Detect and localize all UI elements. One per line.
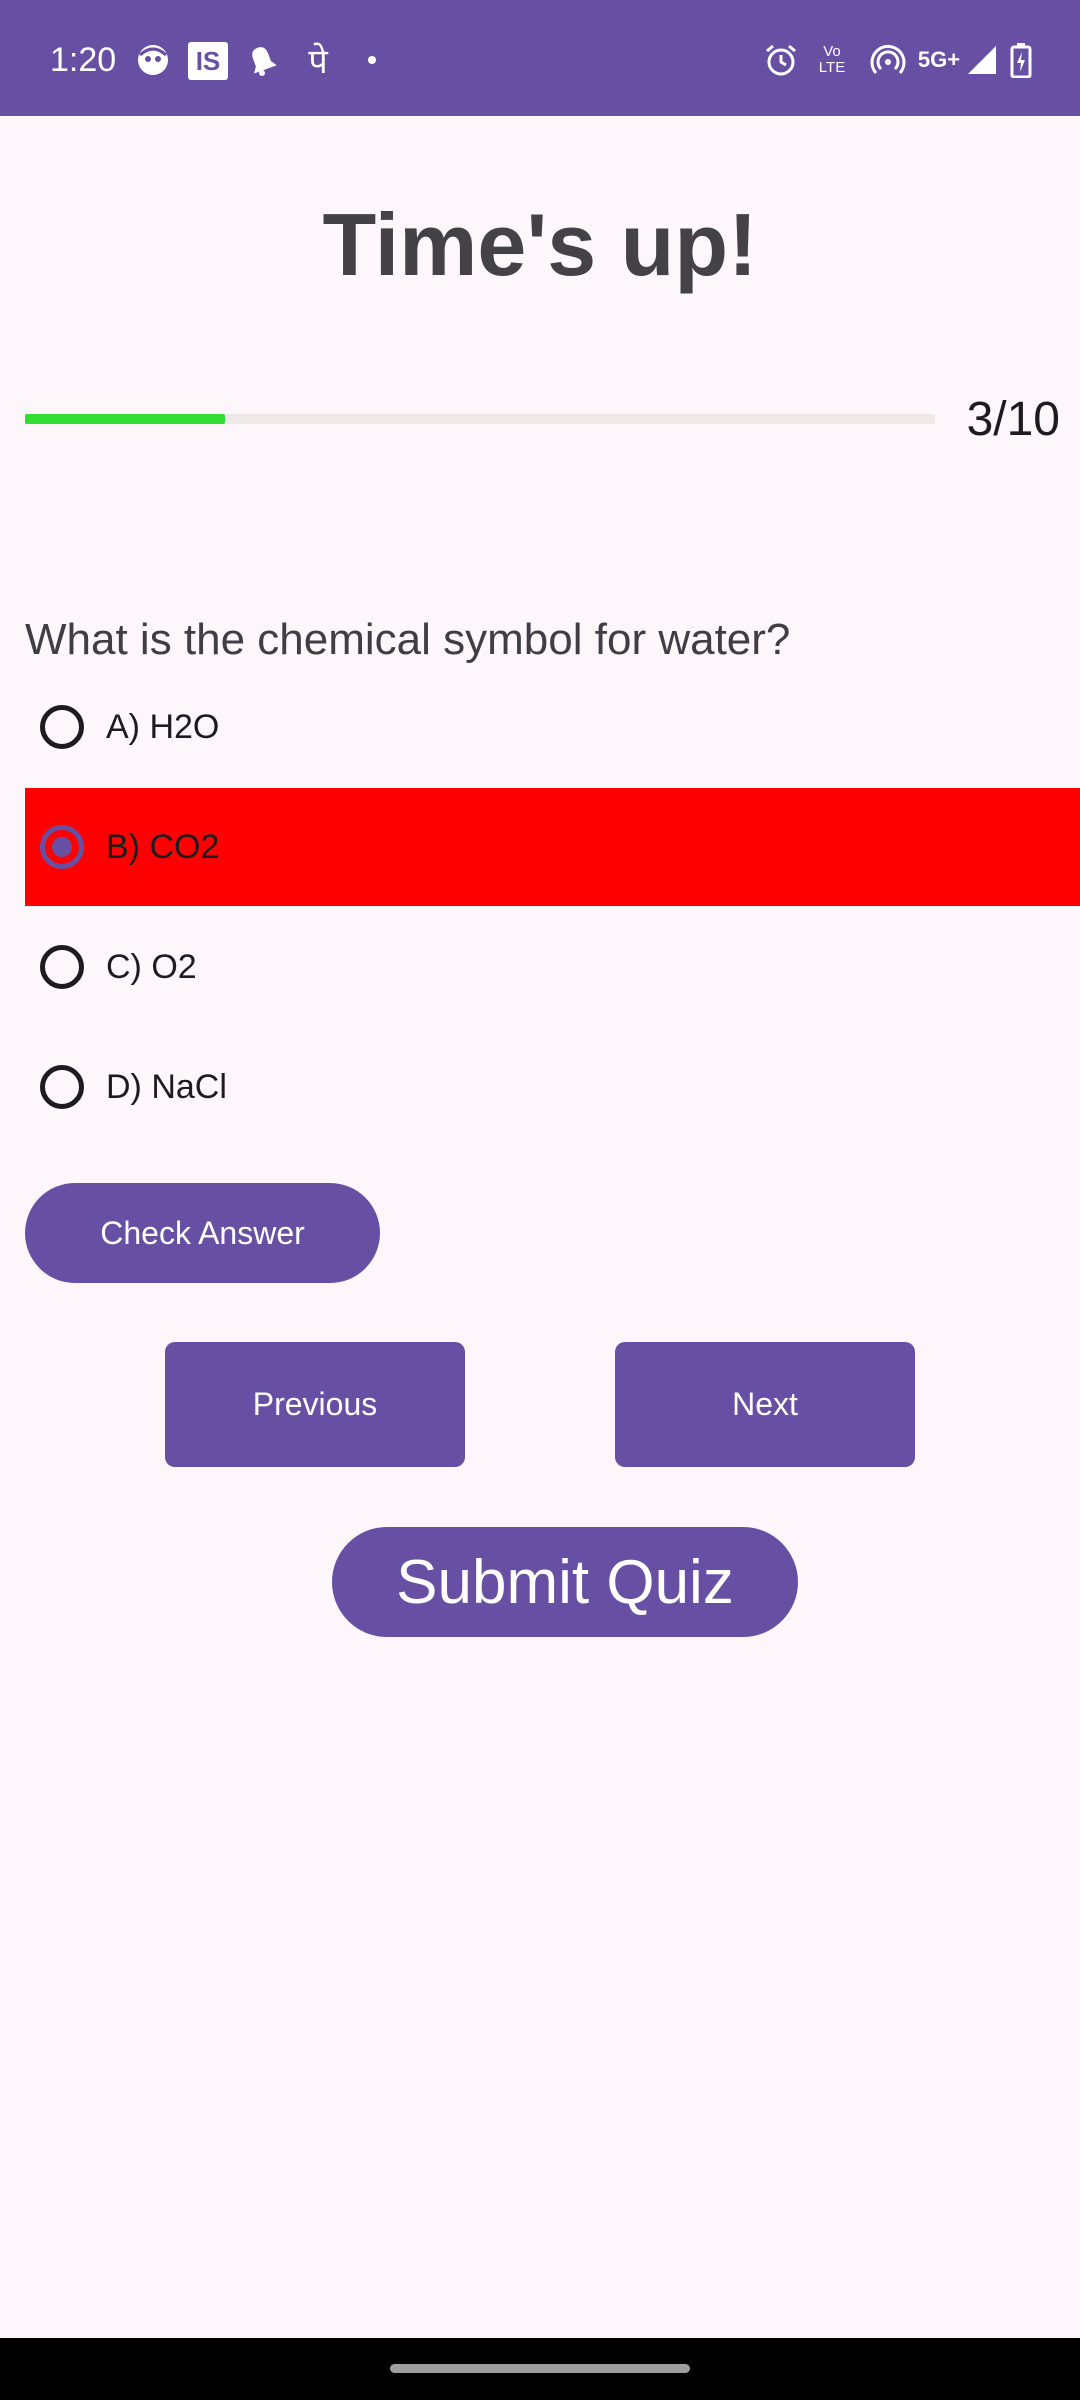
signal-icon bbox=[964, 40, 1000, 80]
status-bar: 1:20 IS पे Vo LTE 5G+ bbox=[0, 0, 1080, 116]
check-answer-button[interactable]: Check Answer bbox=[25, 1183, 380, 1283]
is-icon: IS bbox=[188, 42, 228, 80]
face-icon bbox=[134, 40, 172, 80]
radio-button-d[interactable] bbox=[40, 1065, 84, 1109]
option-label: D) NaCl bbox=[106, 1067, 227, 1106]
volte-icon: Vo LTE bbox=[812, 40, 852, 80]
option-b[interactable]: B) CO2 bbox=[25, 788, 1080, 906]
volte-top-label: Vo bbox=[823, 43, 841, 60]
progress-counter: 3/10 bbox=[966, 393, 1060, 446]
submit-quiz-button[interactable]: Submit Quiz bbox=[332, 1527, 798, 1637]
progress-bar bbox=[25, 414, 935, 424]
home-gesture-handle[interactable] bbox=[390, 2364, 690, 2373]
option-c[interactable]: C) O2 bbox=[25, 908, 1080, 1026]
5g-icon: 5G+ bbox=[917, 47, 961, 72]
option-label: B) CO2 bbox=[106, 827, 220, 866]
progress-fill bbox=[25, 414, 226, 424]
option-a[interactable]: A) H2O bbox=[25, 668, 1080, 786]
next-button[interactable]: Next bbox=[615, 1342, 915, 1467]
option-label: C) O2 bbox=[106, 947, 197, 986]
pe-icon: पे bbox=[308, 43, 328, 81]
radio-button-c[interactable] bbox=[40, 945, 84, 989]
bell-icon bbox=[243, 40, 281, 80]
status-time: 1:20 bbox=[50, 41, 117, 79]
volte-bottom-label: LTE bbox=[818, 59, 846, 76]
option-d[interactable]: D) NaCl bbox=[25, 1028, 1080, 1146]
previous-button[interactable]: Previous bbox=[165, 1342, 465, 1467]
radio-button-b[interactable] bbox=[40, 825, 84, 869]
alarm-icon bbox=[762, 40, 800, 80]
dot-icon bbox=[362, 40, 382, 80]
battery-icon bbox=[1008, 40, 1034, 80]
radio-button-a[interactable] bbox=[40, 705, 84, 749]
question-text: What is the chemical symbol for water? bbox=[25, 615, 791, 664]
option-label: A) H2O bbox=[106, 707, 220, 746]
page-title: Time's up! bbox=[322, 195, 758, 294]
hotspot-icon bbox=[868, 40, 908, 80]
